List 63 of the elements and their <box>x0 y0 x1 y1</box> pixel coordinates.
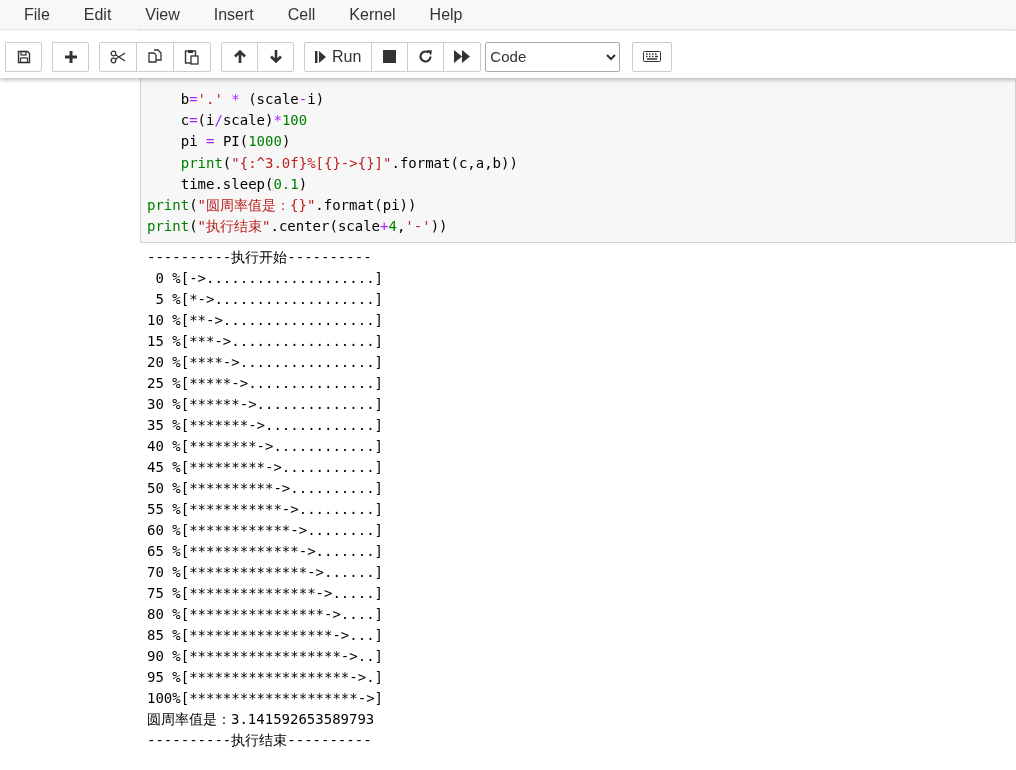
output-line: 圆周率值是：3.141592653589793 <box>147 711 375 728</box>
code-line: b='.' * (scale-i) <box>179 90 326 109</box>
code-line: pi = PI(1000) <box>179 132 292 152</box>
scissors-icon <box>110 49 126 64</box>
code-line: c=(i/scale)*100 <box>179 111 309 131</box>
copy-button[interactable] <box>136 41 174 72</box>
down-arrow-icon <box>268 49 283 64</box>
output-line: 85 %[*****************->...] <box>147 627 383 644</box>
output-line: 5 %[*->...................] <box>154 291 383 308</box>
output-line: 50 %[**********->..........] <box>147 480 383 497</box>
output-line: 45 %[*********->...........] <box>147 459 383 476</box>
code-line: print("圆周率值是：{}".format(pi)) <box>147 195 418 215</box>
save-icon <box>16 49 31 64</box>
output-line: 95 %[*******************->.] <box>147 669 383 686</box>
menu-item[interactable]: File <box>10 0 70 29</box>
menu-item[interactable]: Insert <box>199 0 274 29</box>
output-line: 80 %[****************->....] <box>147 606 383 623</box>
down-button[interactable] <box>257 41 294 72</box>
keyboard-icon <box>643 51 662 62</box>
plus-button[interactable] <box>52 41 89 72</box>
plus-icon <box>63 49 78 64</box>
step-forward-icon <box>315 49 326 64</box>
output-line: ----------执行开始---------- <box>147 249 372 266</box>
keyboard-button[interactable] <box>632 41 673 72</box>
stop-icon <box>383 50 397 63</box>
cut-button[interactable] <box>99 41 137 72</box>
copy-icon <box>147 48 163 65</box>
output-line: 60 %[************->........] <box>147 522 383 539</box>
up-button[interactable] <box>221 41 258 72</box>
output-line: 15 %[***->.................] <box>147 333 383 350</box>
menu-item[interactable]: View <box>131 0 200 29</box>
output-line: 70 %[**************->......] <box>147 564 383 581</box>
output-line: 30 %[******->..............] <box>147 396 383 413</box>
restart-button[interactable] <box>407 41 445 72</box>
output-line: 90 %[******************->..] <box>147 648 383 665</box>
output-line: 65 %[*************->.......] <box>147 543 383 560</box>
output-line: 0 %[->....................] <box>154 270 383 287</box>
output-line: 40 %[********->............] <box>147 438 383 455</box>
run-button[interactable]: Run <box>304 41 373 72</box>
code-line: time.sleep(0.1) <box>179 174 309 194</box>
output-line: 35 %[*******->.............] <box>147 417 383 434</box>
up-arrow-icon <box>232 49 247 64</box>
output-line: 20 %[****->................] <box>147 354 383 371</box>
menu-item[interactable]: Kernel <box>335 0 416 29</box>
menu-item[interactable]: Edit <box>69 0 132 29</box>
fastforward-button[interactable] <box>443 41 482 72</box>
output-line: 55 %[***********->.........] <box>147 501 383 518</box>
output-line: 75 %[***************->.....] <box>147 585 383 602</box>
cell-type-dropdown[interactable]: Code <box>485 41 621 72</box>
paste-icon <box>184 48 200 65</box>
menu-item[interactable]: Help <box>415 0 483 29</box>
stop-button[interactable] <box>371 41 409 72</box>
code-line: print("执行结束".center(scale+4,'-')) <box>147 217 449 237</box>
output-line: 25 %[*****->...............] <box>147 375 383 392</box>
menu-item[interactable]: Cell <box>273 0 336 29</box>
code-line: print("{:^3.0f}%[{}->{}]".format(c,a,b)) <box>179 153 519 173</box>
output-line: ----------执行结束---------- <box>147 732 372 749</box>
save-button[interactable] <box>5 41 42 72</box>
paste-button[interactable] <box>173 41 211 72</box>
fast-forward-icon <box>454 50 471 63</box>
output-line: 100%[********************->] <box>147 690 383 707</box>
output-line: 10 %[**->..................] <box>147 312 383 329</box>
restart-icon <box>418 49 434 64</box>
